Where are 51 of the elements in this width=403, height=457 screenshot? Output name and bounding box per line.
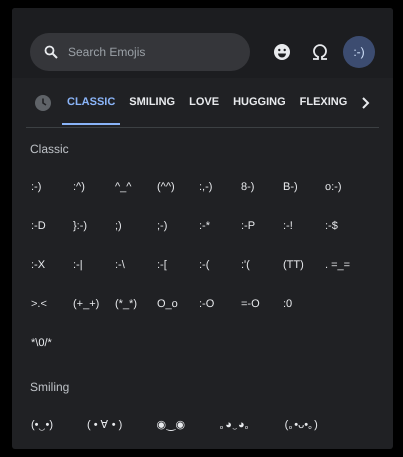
emoticon-tab[interactable]: :-) — [343, 36, 375, 68]
emoticon-button[interactable]: B-) — [283, 176, 298, 198]
category-tab[interactable]: LOVE — [184, 80, 224, 125]
emoticon-button[interactable]: }:-) — [73, 215, 88, 237]
category-tab[interactable]: SMILING — [124, 80, 180, 125]
emoticon-button[interactable]: . =_= — [325, 254, 350, 276]
emoticon-button[interactable]: :,-) — [199, 176, 212, 198]
emoticon-button[interactable]: :-\ — [115, 254, 125, 276]
emoticon-button[interactable]: ^_^ — [115, 176, 132, 198]
emoticon-button[interactable]: :'( — [241, 254, 250, 276]
emoticon-button[interactable]: :-( — [199, 254, 210, 276]
section-title: Smiling — [29, 379, 70, 396]
emoticon-button[interactable]: 8-) — [241, 176, 254, 198]
category-tab[interactable]: HUGGING — [228, 80, 291, 125]
emoticon-button[interactable]: :-X — [31, 254, 46, 276]
emoticon-button[interactable]: :-! — [283, 215, 293, 237]
category-tab[interactable]: CLASSIC — [62, 80, 120, 125]
search-field[interactable]: Search Emojis — [30, 32, 250, 70]
emoticon-button[interactable]: ( • ∀ • ) — [87, 414, 122, 436]
emoticon-button[interactable]: :-) — [31, 176, 42, 198]
emoticon-button[interactable]: o:-) — [325, 176, 342, 198]
emoticon-button[interactable]: O_o — [157, 293, 178, 315]
clock-icon[interactable] — [34, 94, 52, 112]
emoticon-button[interactable]: :-D — [31, 215, 46, 237]
chevron-right-icon[interactable] — [361, 96, 371, 108]
emoticon-button[interactable]: :-* — [199, 215, 210, 237]
section-title: Classic — [29, 141, 70, 158]
emoticon-button[interactable]: :-$ — [325, 215, 338, 237]
emoticon-button[interactable]: :-O — [199, 293, 214, 315]
emoticon-button[interactable]: =-O — [241, 293, 260, 315]
emoticon-button[interactable]: ;) — [115, 215, 122, 237]
emoticon-button[interactable]: (•‿•) — [31, 414, 54, 436]
emoticon-button[interactable]: >.< — [31, 293, 47, 315]
emoticon-button[interactable]: (｡•ᴗ•｡) — [284, 414, 318, 436]
category-tab[interactable]: FLEXING — [294, 80, 352, 125]
emoticon-button[interactable]: ｡◕‿◕｡ — [219, 414, 251, 436]
emoticon-button[interactable]: (^^) — [157, 176, 175, 198]
emoticon-button[interactable]: :-| — [73, 254, 83, 276]
smiley-icon[interactable] — [273, 42, 291, 60]
emoticon-button[interactable]: :-[ — [157, 254, 167, 276]
emoticon-button[interactable]: ◉‿◉ — [156, 414, 186, 436]
emoticon-button[interactable]: ;-) — [157, 215, 168, 237]
emoticon-button[interactable]: (*_*) — [115, 293, 138, 315]
search-icon — [44, 44, 58, 58]
emoticon-button[interactable]: :0 — [283, 293, 292, 315]
emoticon-button[interactable]: (+_+) — [73, 293, 100, 315]
omega-icon[interactable] — [311, 42, 329, 60]
emoticon-button[interactable]: :-P — [241, 215, 256, 237]
emoticon-button[interactable]: *\0/* — [31, 332, 52, 354]
emoticon-button[interactable]: (TT) — [283, 254, 304, 276]
emoticon-button[interactable]: :^) — [73, 176, 85, 198]
